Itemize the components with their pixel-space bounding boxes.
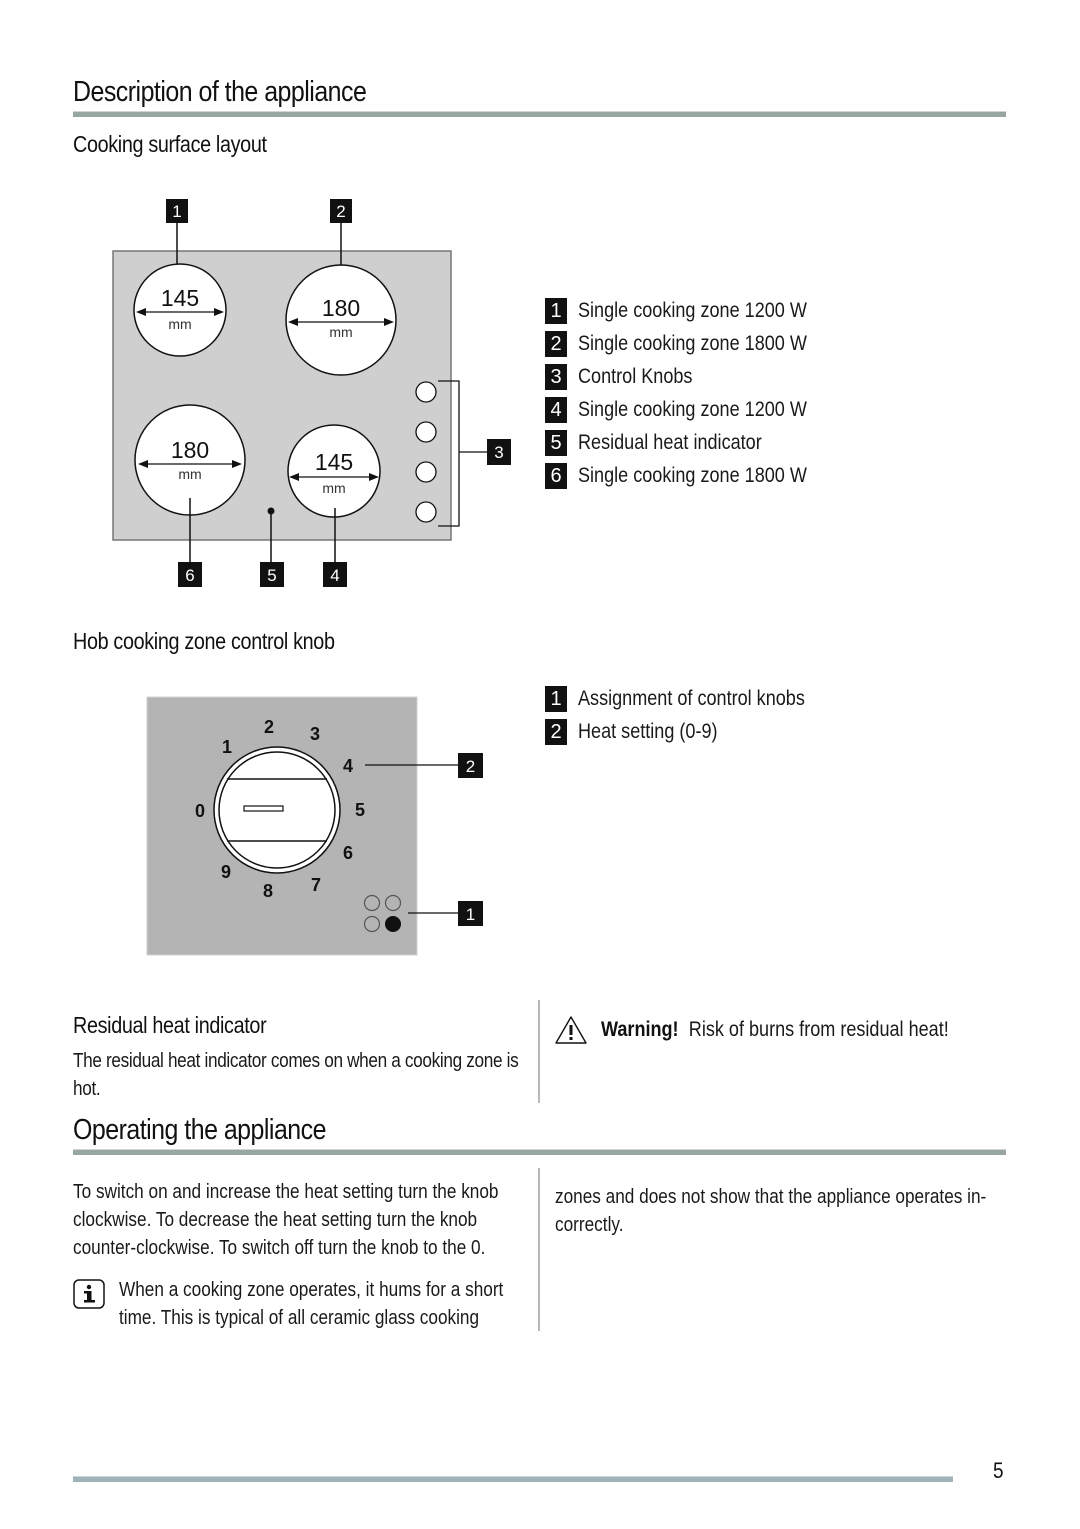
legend-label: Single cooking zone 1200 W xyxy=(578,299,807,322)
knob-pointer xyxy=(243,805,284,812)
zone-4-unit: mm xyxy=(322,480,345,496)
zone-2-diameter: 180 xyxy=(322,295,360,321)
legend-item: 2 Single cooking zone 1800 W xyxy=(545,331,844,357)
assignment-dot-active xyxy=(385,916,401,932)
knob-1 xyxy=(415,381,437,403)
callout-number-2: 2 xyxy=(336,202,345,221)
callout-number-3: 3 xyxy=(494,443,503,462)
legend-label: Single cooking zone 1200 W xyxy=(578,398,807,421)
zone-1-unit: mm xyxy=(168,316,191,332)
zone-6-unit: mm xyxy=(178,466,201,482)
callout-number-4: 4 xyxy=(330,566,339,585)
legend-badge: 2 xyxy=(545,719,567,745)
legend-item: 5 Residual heat indicator xyxy=(545,430,792,456)
zone-2-unit: mm xyxy=(329,324,352,340)
legend-badge: 5 xyxy=(545,430,567,456)
column-divider xyxy=(538,1168,540,1331)
dial-number-3: 3 xyxy=(310,724,320,744)
legend-badge: 1 xyxy=(545,298,567,324)
legend-badge: 3 xyxy=(545,364,567,390)
zone-6-diameter: 180 xyxy=(171,437,209,463)
dial-number-8: 8 xyxy=(263,881,273,901)
control-knob-diagram: 0 1 2 3 4 5 6 7 8 9 2 1 xyxy=(146,696,483,956)
legend-item: 2 Heat setting (0-9) xyxy=(545,719,740,745)
knob-2 xyxy=(415,421,437,443)
legend-badge: 6 xyxy=(545,463,567,489)
dial-number-9: 9 xyxy=(221,862,231,882)
legend-label: Control Knobs xyxy=(578,365,693,388)
knob-3 xyxy=(415,461,437,483)
legend-item: 1 Assignment of control knobs xyxy=(545,686,842,712)
heading-cooking-surface-layout: Cooking surface layout xyxy=(73,131,267,157)
dial-number-1: 1 xyxy=(222,737,232,757)
legend-badge: 2 xyxy=(545,331,567,357)
knob-4 xyxy=(415,501,437,523)
zone-1-diameter: 145 xyxy=(161,285,199,311)
legend-item: 4 Single cooking zone 1200 W xyxy=(545,397,844,423)
callout-number-6: 6 xyxy=(185,566,194,585)
legend-label: Single cooking zone 1800 W xyxy=(578,332,807,355)
footer-rule xyxy=(73,1476,953,1482)
legend-label: Single cooking zone 1800 W xyxy=(578,464,807,487)
residual-heat-text: The residual heat indicator comes on whe… xyxy=(73,1050,519,1100)
callout-number-5: 5 xyxy=(267,566,276,585)
legend-item: 6 Single cooking zone 1800 W xyxy=(545,463,844,489)
info-note xyxy=(73,1279,105,1314)
callout-number-1: 1 xyxy=(172,202,181,221)
dial-number-5: 5 xyxy=(355,800,365,820)
heading-residual-heat: Residual heat indicator xyxy=(73,1012,267,1038)
section-title-description: Description of the appliance xyxy=(73,76,367,108)
warning-label: Warning! xyxy=(601,1018,679,1041)
legend-badge: 4 xyxy=(545,397,567,423)
legend-item: 1 Single cooking zone 1200 W xyxy=(545,298,844,324)
section-title-operating: Operating the appliance xyxy=(73,1114,326,1146)
legend-label: Residual heat indicator xyxy=(578,431,762,454)
warning-text: Risk of burns from residual heat! xyxy=(688,1018,949,1041)
info-text-column-1: When a cooking zone operates, it hums fo… xyxy=(119,1279,504,1329)
dial-number-0: 0 xyxy=(195,801,205,821)
page-number: 5 xyxy=(993,1458,1004,1483)
dial-number-4: 4 xyxy=(343,756,353,776)
callout-number-heat-setting: 2 xyxy=(466,757,475,776)
legend-badge: 1 xyxy=(545,686,567,712)
legend-label: Heat setting (0-9) xyxy=(578,720,718,743)
warning-triangle-icon xyxy=(555,1016,587,1044)
callout-number-assignment: 1 xyxy=(466,905,475,924)
section-rule xyxy=(73,111,1006,117)
section-rule xyxy=(73,1149,1006,1155)
warning-note: Warning! Risk of burns from residual hea… xyxy=(554,1014,1005,1046)
cooking-surface-diagram: 1 2 145 mm 180 mm 180 mm 145 mm 3 6 5 4 xyxy=(112,199,511,587)
residual-heat-indicator-dot xyxy=(267,507,275,515)
heading-control-knob: Hob cooking zone control knob xyxy=(73,628,335,654)
column-divider xyxy=(538,1000,540,1103)
dial-number-2: 2 xyxy=(264,717,274,737)
dial-number-7: 7 xyxy=(311,875,321,895)
legend-label: Assignment of control knobs xyxy=(578,687,805,710)
legend-item: 3 Control Knobs xyxy=(545,364,711,390)
operating-paragraph: To switch on and increase the heat setti… xyxy=(73,1181,499,1259)
zone-4-diameter: 145 xyxy=(315,449,353,475)
info-icon xyxy=(73,1279,105,1309)
dial-number-6: 6 xyxy=(343,843,353,863)
info-text-column-2: zones and does not show that the applian… xyxy=(555,1186,987,1236)
